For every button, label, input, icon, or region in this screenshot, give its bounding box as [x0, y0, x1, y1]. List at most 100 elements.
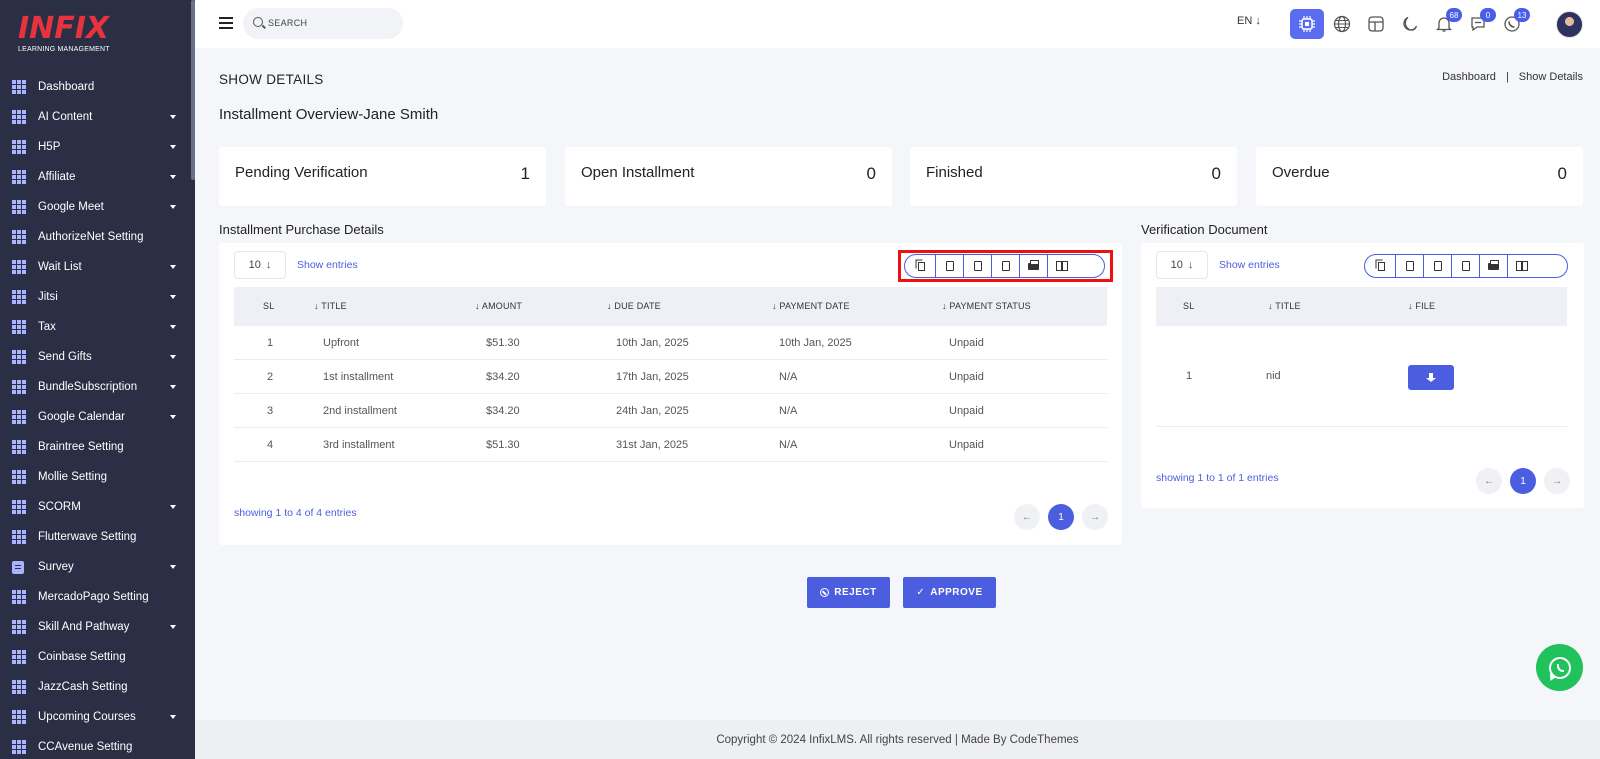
menu-toggle-icon[interactable] [219, 17, 233, 29]
search-input[interactable]: SEARCH [243, 8, 403, 39]
sidebar-item-label: Mollie Setting [38, 471, 108, 483]
export-pdf-button[interactable] [1452, 255, 1480, 277]
col-payment-status[interactable]: ↓ PAYMENT STATUS [942, 301, 1031, 311]
table-row: 1 nid [1156, 327, 1567, 427]
grid-icon [12, 470, 26, 484]
column-visibility-button[interactable] [1508, 255, 1536, 277]
caret-down-icon [170, 175, 176, 179]
col-title-label: TITLE [1275, 301, 1301, 311]
messages-button[interactable]: 0 [1461, 8, 1496, 39]
grid-icon [12, 140, 26, 154]
purchase-panel: 10 ↓ Show entries SL ↓ TITLE ↓ AMOUNT ↓ D… [219, 243, 1122, 545]
dark-mode-button[interactable] [1393, 9, 1427, 39]
sidebar-item-flutterwave-setting[interactable]: Flutterwave Setting [0, 522, 195, 552]
sidebar-item-label: Flutterwave Setting [38, 531, 137, 543]
grid-icon [12, 80, 26, 94]
breadcrumb-dashboard[interactable]: Dashboard [1442, 71, 1496, 83]
document-icon [12, 560, 24, 574]
whatsapp-chat-button[interactable] [1536, 644, 1583, 691]
caret-down-icon [170, 145, 176, 149]
download-button[interactable] [1408, 365, 1454, 390]
sidebar-item-jazzcash-setting[interactable]: JazzCash Setting [0, 672, 195, 702]
copy-button[interactable] [1368, 255, 1396, 277]
whatsapp-header-button[interactable]: 13 [1495, 8, 1530, 39]
col-due-date[interactable]: ↓ DUE DATE [607, 301, 661, 311]
col-sl[interactable]: SL [263, 301, 274, 311]
purchase-section-title: Installment Purchase Details [219, 222, 384, 237]
cell-amount: $51.30 [486, 337, 520, 349]
export-excel-button[interactable] [1396, 255, 1424, 277]
reject-button[interactable]: REJECT [807, 577, 890, 608]
table-row: 3 2nd installment $34.20 24th Jan, 2025 N/A U… [234, 394, 1107, 428]
stat-value: 0 [1211, 164, 1221, 183]
approve-button[interactable]: ✓ APPROVE [903, 577, 996, 608]
verification-showing-text: showing 1 to 1 of 1 entries [1156, 472, 1279, 484]
sidebar-item-google-calendar[interactable]: Google Calendar [0, 402, 195, 432]
sidebar-item-send-gifts[interactable]: Send Gifts [0, 342, 195, 372]
sidebar-item-affiliate[interactable]: Affiliate [0, 162, 195, 192]
sidebar-item-google-meet[interactable]: Google Meet [0, 192, 195, 222]
grid-icon [12, 380, 26, 394]
notifications-button[interactable]: 68 [1427, 8, 1462, 39]
export-csv-button[interactable] [1424, 255, 1452, 277]
sidebar-item-label: JazzCash Setting [38, 681, 128, 693]
page-size-value: 10 [248, 259, 261, 271]
export-toolbar [1364, 254, 1568, 278]
page-size-select[interactable]: 10 ↓ [1156, 251, 1208, 279]
grid-icon [12, 230, 26, 244]
sidebar-item-jitsi[interactable]: Jitsi [0, 282, 195, 312]
page-1-button[interactable]: 1 [1510, 468, 1536, 494]
sidebar-item-ai-content[interactable]: AI Content [0, 102, 195, 132]
sidebar-item-braintree-setting[interactable]: Braintree Setting [0, 432, 195, 462]
prev-page-button[interactable]: ← [1476, 468, 1502, 494]
layout-button[interactable] [1359, 9, 1393, 39]
col-sl[interactable]: SL [1183, 301, 1194, 311]
col-title[interactable]: ↓ TITLE [1268, 301, 1301, 311]
next-page-button[interactable]: → [1544, 468, 1570, 494]
breadcrumb-separator: | [1505, 71, 1509, 83]
sidebar-item-scorm[interactable]: SCORM [0, 492, 195, 522]
col-title[interactable]: ↓ TITLE [314, 301, 347, 311]
col-file[interactable]: ↓ FILE [1408, 301, 1435, 311]
grid-icon [12, 620, 26, 634]
next-page-button[interactable]: → [1082, 504, 1108, 530]
cell-payment-status: Unpaid [949, 405, 984, 417]
sidebar-item-wait-list[interactable]: Wait List [0, 252, 195, 282]
breadcrumb-current: Show Details [1518, 71, 1583, 83]
col-payment-date-label: PAYMENT DATE [779, 301, 850, 311]
page-1-button[interactable]: 1 [1048, 504, 1074, 530]
sidebar-item-h5p[interactable]: H5P [0, 132, 195, 162]
grid-icon [12, 710, 26, 724]
cell-payment-status: Unpaid [949, 371, 984, 383]
messages-badge: 0 [1480, 8, 1496, 22]
excel-file-icon [1405, 261, 1414, 271]
print-icon [1488, 259, 1499, 270]
sidebar-item-bundlesubscription[interactable]: BundleSubscription [0, 372, 195, 402]
cell-sl: 1 [267, 337, 274, 349]
sidebar-item-upcoming-courses[interactable]: Upcoming Courses [0, 702, 195, 732]
stat-card-overdue: Overdue 0 [1256, 147, 1583, 206]
stat-label: Finished [926, 164, 983, 181]
col-payment-date[interactable]: ↓ PAYMENT DATE [772, 301, 850, 311]
sidebar-item-label: Send Gifts [38, 351, 92, 363]
sidebar-item-tax[interactable]: Tax [0, 312, 195, 342]
print-button[interactable] [1480, 255, 1508, 277]
sidebar-item-authorizenet-setting[interactable]: AuthorizeNet Setting [0, 222, 195, 252]
stat-card-open: Open Installment 0 [565, 147, 892, 206]
user-avatar[interactable] [1556, 11, 1583, 38]
sidebar-item-skill-and-pathway[interactable]: Skill And Pathway [0, 612, 195, 642]
page-size-select[interactable]: 10 ↓ [234, 251, 286, 279]
ai-chip-button[interactable] [1290, 9, 1324, 39]
prev-page-button[interactable]: ← [1014, 504, 1040, 530]
sidebar-item-survey[interactable]: Survey [0, 552, 195, 582]
globe-button[interactable] [1325, 9, 1359, 39]
sidebar-item-mercadopago-setting[interactable]: MercadoPago Setting [0, 582, 195, 612]
language-selector[interactable]: EN ↓ [1237, 15, 1261, 27]
logo[interactable]: INFIX LEARNING MANAGEMENT [0, 0, 195, 72]
sidebar-item-dashboard[interactable]: Dashboard [0, 72, 195, 102]
moon-icon [1403, 16, 1418, 31]
sidebar-item-coinbase-setting[interactable]: Coinbase Setting [0, 642, 195, 672]
col-amount[interactable]: ↓ AMOUNT [475, 301, 522, 311]
sidebar-item-ccavenue-setting[interactable]: CCAvenue Setting [0, 732, 195, 759]
sidebar-item-mollie-setting[interactable]: Mollie Setting [0, 462, 195, 492]
